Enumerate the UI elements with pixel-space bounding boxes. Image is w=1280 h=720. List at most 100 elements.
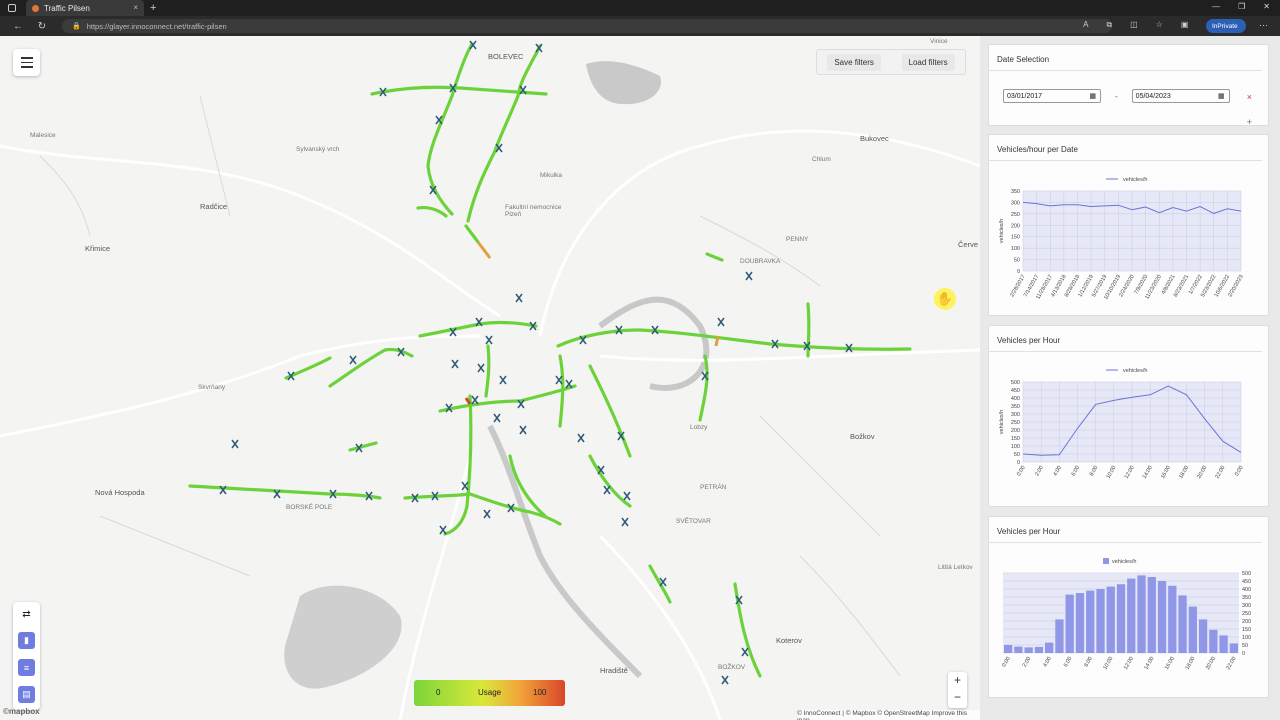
map-attribution[interactable]: © InnoConnect | © Mapbox © OpenStreetMap… (797, 710, 980, 720)
legend-min: 0 (436, 688, 441, 697)
add-date-button[interactable]: + (1247, 117, 1252, 127)
bar (1137, 575, 1146, 653)
date-range: 03/01/2017 ▦ - 05/04/2023 ▦ (1003, 89, 1230, 103)
collections-icon[interactable]: ▣ (1181, 20, 1189, 30)
x-tick-label: 16:00 (1160, 465, 1172, 480)
route-icon[interactable]: ⇄ (18, 606, 35, 623)
bar (1034, 646, 1044, 653)
y-tick-label: 100 (1011, 246, 1020, 252)
y-tick-label: 250 (1011, 420, 1020, 426)
bar (1229, 643, 1238, 653)
y-tick-label: 0 (1017, 460, 1020, 466)
legend-label: vehicles/h (1123, 368, 1147, 374)
date-separator: - (1115, 91, 1118, 101)
x-tick-label: 0:00 (1001, 656, 1012, 668)
y-tick-label: 250 (1011, 212, 1020, 218)
favorites-icon[interactable]: ☆ (1156, 20, 1163, 30)
split-screen-icon[interactable]: ◫ (1130, 20, 1138, 30)
bar (1198, 619, 1208, 653)
x-tick-label: 10:00 (1105, 465, 1117, 480)
new-tab-button[interactable]: + (150, 2, 156, 14)
map-place-label: PETRÁN (700, 484, 727, 491)
browser-toolbar: A ⧉ ◫ ☆ ▣ ⤓ (1083, 20, 1210, 30)
bar (1106, 586, 1115, 653)
bar (1014, 646, 1023, 653)
calendar-icon[interactable]: ▦ (1218, 92, 1225, 100)
table-icon[interactable]: ▤ (18, 686, 35, 703)
map-canvas[interactable] (0, 36, 980, 720)
map-place-label: Křimice (85, 244, 111, 253)
calendar-icon[interactable]: ▦ (1089, 92, 1096, 100)
url-text: https://glayer.innoconnect.net/traffic-p… (86, 21, 227, 31)
x-tick-label: 8:00 (1089, 465, 1100, 477)
browser-titlebar: Traffic Pilsen × + — ❐ ✕ (0, 0, 1280, 16)
bar (1209, 629, 1218, 653)
map-place-label: Nová Hospoda (95, 488, 145, 497)
x-tick-label: 10:00 (1102, 656, 1114, 671)
y-tick-label: 450 (1011, 388, 1020, 394)
end-date-input[interactable]: 05/04/2023 ▦ (1131, 89, 1230, 103)
y-axis-label: vehicles/h (999, 219, 1005, 243)
start-date-input[interactable]: 03/01/2017 ▦ (1003, 89, 1101, 103)
x-tick-label: 20:00 (1196, 465, 1208, 480)
back-icon[interactable]: ← (12, 21, 24, 32)
url-field[interactable]: 🔒 https://glayer.innoconnect.net/traffic… (62, 19, 1112, 33)
chart-card-hour-line: Vehicles per Hour vehicles/h 0 50 100 150 200… (988, 325, 1269, 507)
bar (1045, 642, 1054, 653)
map-place-label: PENNY (786, 236, 809, 243)
clear-date-button[interactable]: × (1247, 92, 1252, 102)
more-icon[interactable]: ⋯ (1259, 20, 1268, 31)
hamburger-line (20, 66, 33, 68)
tab-close-icon[interactable]: × (133, 3, 138, 12)
hamburger-line (20, 57, 33, 59)
map-place-label: Červe (958, 240, 979, 249)
x-tick-label: 18:00 (1178, 465, 1190, 480)
end-date-value: 05/04/2023 (1135, 92, 1171, 100)
x-tick-label: 2:00 (1034, 465, 1045, 477)
y-tick-label: 250 (1242, 611, 1251, 617)
map-place-label: Lobzy (690, 424, 708, 431)
zoom-out-button[interactable]: − (948, 689, 967, 706)
map-place-label: Božkov (850, 432, 875, 441)
y-tick-label: 350 (1011, 189, 1020, 195)
load-filters-button[interactable]: Load filters (901, 53, 955, 71)
y-tick-label: 50 (1014, 452, 1020, 458)
map-place-label: Chlum (812, 156, 831, 163)
map-place-label: Bukovec (860, 134, 889, 143)
refresh-icon[interactable]: ↻ (36, 21, 48, 32)
x-tick-label: 18:00 (1184, 656, 1196, 671)
bar (1178, 595, 1187, 653)
zoom-in-button[interactable]: + (948, 672, 967, 689)
close-window-icon[interactable]: ✕ (1263, 2, 1270, 11)
legend-label: vehicles/h (1112, 559, 1136, 565)
extension-icon[interactable]: ⧉ (1106, 20, 1112, 30)
browser-tab[interactable]: Traffic Pilsen × (26, 0, 144, 16)
chart-title: Vehicles per Hour (989, 517, 1262, 543)
y-tick-label: 300 (1011, 412, 1020, 418)
x-tick-label: 14:00 (1143, 656, 1155, 671)
save-filters-button[interactable]: Save filters (827, 53, 881, 71)
read-aloud-icon[interactable]: A (1083, 20, 1088, 30)
x-tick-label: 6:00 (1071, 465, 1082, 477)
y-tick-label: 100 (1242, 635, 1251, 641)
map-place-label: Mikulka (540, 172, 563, 179)
traffic-map[interactable]: BOLEVEC Malesice Radčice Křimice Sylvans… (0, 36, 980, 720)
map-place-label: Radčice (200, 202, 228, 211)
chart-title: Vehicles/hour per Date (989, 135, 1262, 161)
y-tick-label: 150 (1011, 436, 1020, 442)
x-tick-label: 22:00 (1214, 465, 1226, 480)
minimize-icon[interactable]: — (1212, 2, 1220, 11)
date-selection-card: Date Selection 03/01/2017 ▦ - 05/04/2023… (988, 44, 1269, 127)
map-place-label: BOŽKOV (718, 664, 746, 671)
tab-actions-icon[interactable] (8, 4, 16, 12)
x-tick-label: 14:00 (1142, 465, 1154, 480)
menu-button[interactable] (13, 49, 40, 76)
x-tick-label: 6:00 (1063, 656, 1074, 668)
y-tick-label: 150 (1242, 627, 1251, 633)
maximize-icon[interactable]: ❐ (1238, 2, 1245, 11)
chart-icon[interactable]: ▮ (18, 632, 35, 649)
map-place-label: BOLEVEC (488, 52, 524, 61)
inprivate-badge[interactable]: InPrivate (1206, 19, 1246, 33)
legend-label: vehicles/h (1123, 177, 1147, 183)
filter-icon[interactable]: ≡ (18, 659, 35, 676)
